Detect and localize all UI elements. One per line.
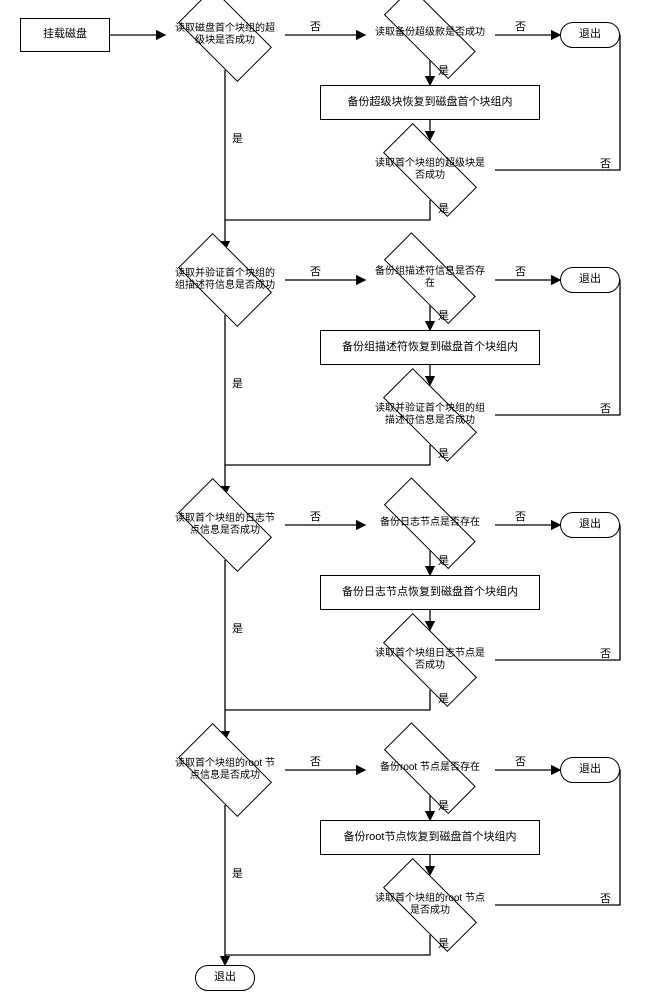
b3-check-backup: 备份root 节点是否存在: [365, 740, 495, 795]
b0-check-primary: 读取磁盘首个块组的超级块是否成功: [165, 0, 285, 70]
b3-recheck: 读取首个块组的root 节点是否成功: [365, 875, 495, 935]
b3-restore-label: 备份root节点恢复到磁盘首个块组内: [344, 831, 517, 845]
b3-restore: 备份root节点恢复到磁盘首个块组内: [320, 820, 540, 855]
b2-check-primary-label: 读取首个块组的日志节点信息是否成功: [165, 490, 285, 560]
b2-exit-label: 退出: [579, 518, 601, 532]
b2-primary-yes: 是: [232, 620, 243, 636]
b1-exit: 退出: [560, 267, 620, 293]
b1-restore: 备份组描述符恢复到磁盘首个块组内: [320, 330, 540, 365]
start-label: 挂载磁盘: [43, 28, 87, 42]
b3-exit: 退出: [560, 757, 620, 783]
b0-exit: 退出: [560, 22, 620, 48]
b1-primary-yes: 是: [232, 375, 243, 391]
b2-check-backup-label: 备份日志节点是否存在: [365, 495, 495, 550]
b2-check-primary: 读取首个块组的日志节点信息是否成功: [165, 490, 285, 560]
b2-backup-no: 否: [515, 508, 526, 524]
b2-backup-yes: 是: [438, 552, 449, 568]
final-exit: 退出: [195, 965, 255, 991]
b0-check-backup: 读取备份超级款是否成功: [365, 5, 495, 60]
b1-restore-label: 备份组描述符恢复到磁盘首个块组内: [342, 341, 518, 355]
b1-recheck-no: 否: [600, 400, 611, 416]
b1-backup-yes: 是: [438, 307, 449, 323]
b0-recheck-no: 否: [600, 155, 611, 171]
start-mount-disk: 挂载磁盘: [20, 18, 110, 52]
b2-check-backup: 备份日志节点是否存在: [365, 495, 495, 550]
b3-primary-no: 否: [310, 753, 321, 769]
b2-recheck-label: 读取首个块组日志节点是否成功: [365, 630, 495, 690]
b0-primary-yes: 是: [232, 130, 243, 146]
final-exit-label: 退出: [214, 971, 236, 985]
b0-primary-no: 否: [310, 18, 321, 34]
b0-restore-label: 备份超级块恢复到磁盘首个块组内: [348, 96, 513, 110]
b0-recheck-yes: 是: [438, 200, 449, 216]
b1-check-backup: 备份组描述符信息是否存在: [365, 250, 495, 305]
b0-backup-yes: 是: [438, 62, 449, 78]
b2-recheck-no: 否: [600, 645, 611, 661]
b3-check-primary-label: 读取首个块组的root 节点信息是否成功: [165, 735, 285, 805]
b0-check-primary-label: 读取磁盘首个块组的超级块是否成功: [165, 0, 285, 70]
b0-recheck: 读取首个块组的超级块是否成功: [365, 140, 495, 200]
b3-recheck-label: 读取首个块组的root 节点是否成功: [365, 875, 495, 935]
b1-check-backup-label: 备份组描述符信息是否存在: [365, 250, 495, 305]
b2-primary-no: 否: [310, 508, 321, 524]
b3-backup-yes: 是: [438, 797, 449, 813]
b2-exit: 退出: [560, 512, 620, 538]
b2-recheck: 读取首个块组日志节点是否成功: [365, 630, 495, 690]
b3-recheck-no: 否: [600, 890, 611, 906]
b1-exit-label: 退出: [579, 273, 601, 287]
b0-exit-label: 退出: [579, 28, 601, 42]
b1-primary-no: 否: [310, 263, 321, 279]
b3-exit-label: 退出: [579, 763, 601, 777]
b1-check-primary: 读取并验证首个块组的组描述符信息是否成功: [165, 245, 285, 315]
b1-recheck-label: 读取并验证首个块组的组描述符信息是否成功: [365, 385, 495, 445]
b0-recheck-label: 读取首个块组的超级块是否成功: [365, 140, 495, 200]
b1-check-primary-label: 读取并验证首个块组的组描述符信息是否成功: [165, 245, 285, 315]
b2-restore-label: 备份日志节点恢复到磁盘首个块组内: [342, 586, 518, 600]
b3-check-backup-label: 备份root 节点是否存在: [365, 740, 495, 795]
b1-recheck: 读取并验证首个块组的组描述符信息是否成功: [365, 385, 495, 445]
b0-restore: 备份超级块恢复到磁盘首个块组内: [320, 85, 540, 120]
b0-check-backup-label: 读取备份超级款是否成功: [365, 5, 495, 60]
b2-recheck-yes: 是: [438, 690, 449, 706]
b3-primary-yes: 是: [232, 865, 243, 881]
b3-recheck-yes: 是: [438, 935, 449, 951]
b1-recheck-yes: 是: [438, 445, 449, 461]
b0-backup-no: 否: [515, 18, 526, 34]
b2-restore: 备份日志节点恢复到磁盘首个块组内: [320, 575, 540, 610]
b1-backup-no: 否: [515, 263, 526, 279]
b3-check-primary: 读取首个块组的root 节点信息是否成功: [165, 735, 285, 805]
b3-backup-no: 否: [515, 753, 526, 769]
